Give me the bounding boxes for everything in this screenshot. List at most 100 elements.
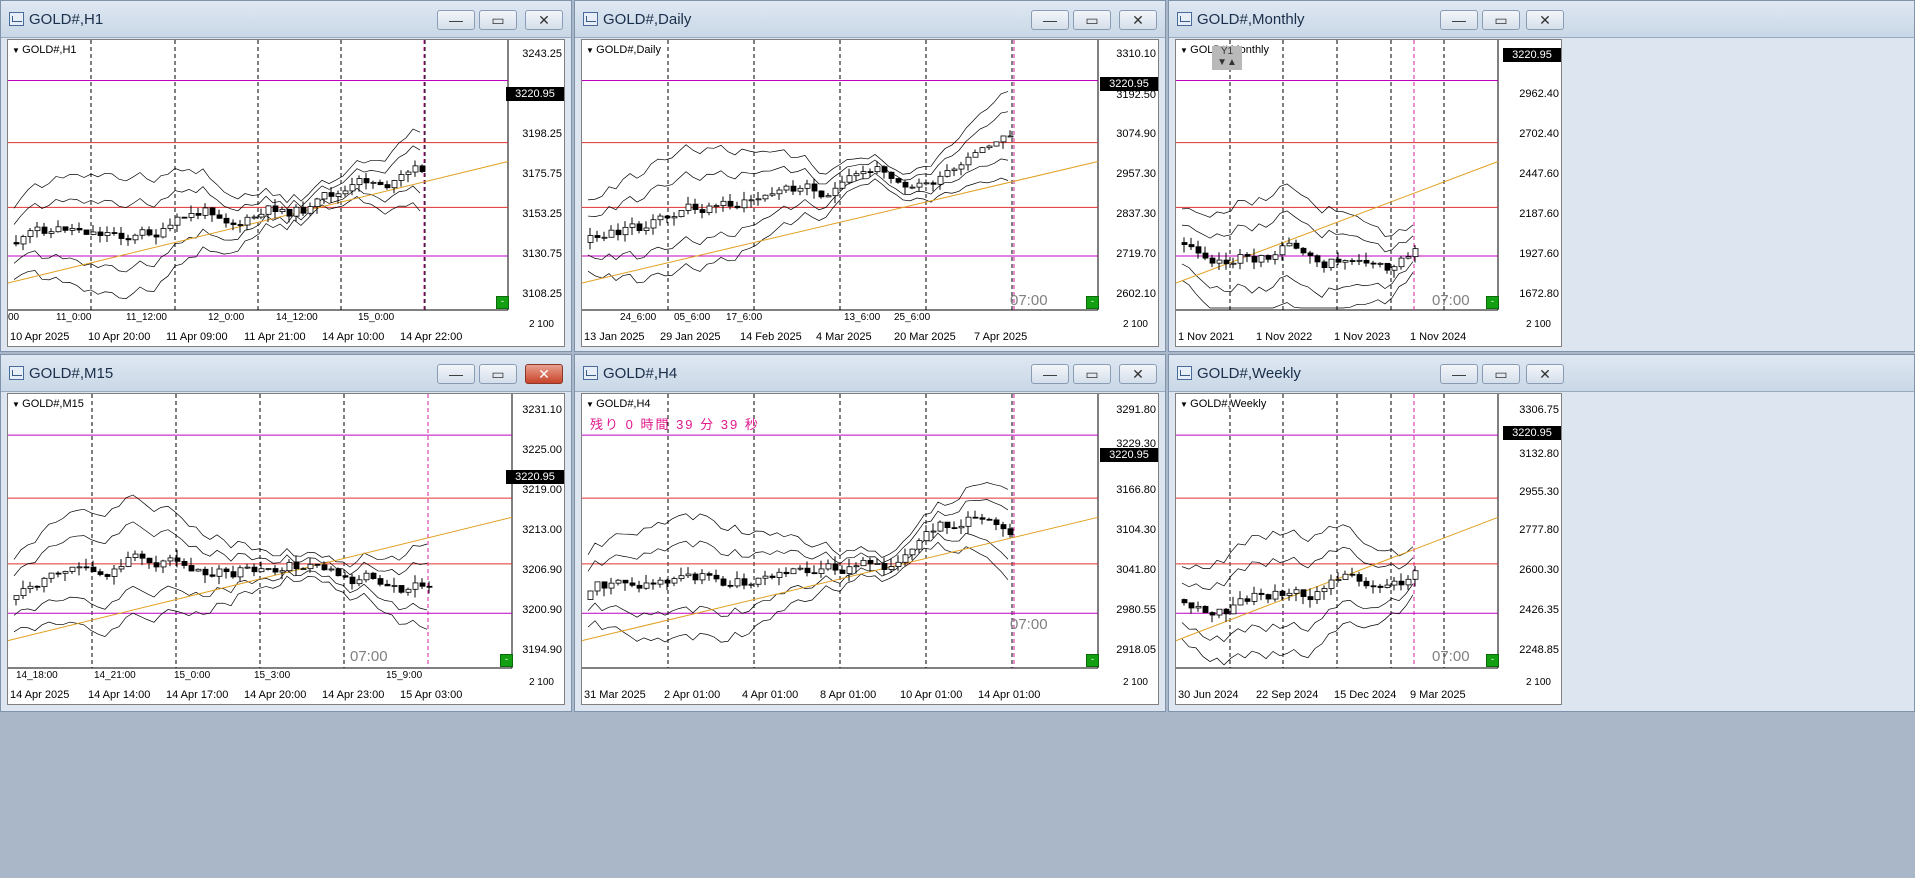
minimize-button[interactable]: — <box>1440 364 1478 384</box>
time-axis-label: 4 Mar 2025 <box>816 331 872 343</box>
minimize-button[interactable]: — <box>1031 364 1069 384</box>
chart-window-h1[interactable]: GOLD#,H1 — ▭ ✕ GOLD#,H1 3243.25 3220.95 … <box>0 0 572 352</box>
band-line <box>1181 261 1414 298</box>
bar-countdown-text: 残り 0 時間 39 分 39 秒 <box>590 417 760 432</box>
chart-area[interactable]: GOLD#,Weekly 3306.75 3220.95 3132.80 295… <box>1175 393 1562 705</box>
close-button[interactable]: ✕ <box>525 364 563 384</box>
candle-body <box>979 517 986 520</box>
candle-body <box>153 234 160 238</box>
candle-body <box>608 582 615 589</box>
candle-body <box>1370 262 1377 265</box>
candle-body <box>1279 245 1286 256</box>
candle-body <box>384 184 391 189</box>
candle-body <box>923 182 930 185</box>
minimize-button[interactable]: — <box>1440 10 1478 30</box>
time-axis-label: 31 Mar 2025 <box>584 689 646 701</box>
time-axis-label: 10 Apr 01:00 <box>900 689 963 701</box>
close-button[interactable]: ✕ <box>1526 364 1564 384</box>
green-indicator-icon[interactable]: - <box>496 296 509 309</box>
band-line <box>1181 272 1414 309</box>
chart-window-daily[interactable]: GOLD#,Daily — ▭ ✕ GOLD#,Daily 3310.10 32… <box>574 0 1166 352</box>
maximize-button[interactable]: ▭ <box>1482 364 1520 384</box>
candle-body <box>97 571 104 575</box>
candle-body <box>776 571 783 578</box>
candle-body <box>349 576 356 585</box>
candle-body <box>909 186 916 189</box>
price-scale-label: 3225.00 <box>522 444 562 456</box>
title-bar[interactable]: GOLD#,Weekly — ▭ ✕ <box>1169 355 1914 392</box>
candle-body <box>391 585 398 587</box>
chart-window-m15[interactable]: GOLD#,M15 — ▭ ✕ GOLD#,M15 3231.10 3225.0… <box>0 354 572 712</box>
chart-window-monthly[interactable]: GOLD#,Monthly — ▭ ✕ GOLD#,Monthly Y1 ▼▲ … <box>1168 0 1915 352</box>
candle-body <box>1377 262 1384 265</box>
candle-body <box>370 181 377 184</box>
maximize-button[interactable]: ▭ <box>479 364 517 384</box>
candle-body <box>104 574 111 577</box>
candle-body <box>1363 259 1370 264</box>
candle-body <box>363 572 370 581</box>
session-label: 15_9:00 <box>386 670 423 681</box>
candle-body <box>699 209 706 213</box>
candle-body <box>860 559 867 567</box>
chart-area[interactable]: GOLD#,H1 3243.25 3220.95 3198.25 3175.75… <box>7 39 565 347</box>
minimize-button[interactable]: — <box>437 10 475 30</box>
chart-area[interactable]: GOLD#,Monthly Y1 ▼▲ 3220.95 2962.40 2702… <box>1175 39 1562 347</box>
close-button[interactable]: ✕ <box>525 10 563 30</box>
time-axis-label: 30 Jun 2024 <box>1178 689 1239 701</box>
window-title: GOLD#,Weekly <box>1197 365 1301 382</box>
candle-body <box>188 565 195 572</box>
title-bar[interactable]: GOLD#,H4 — ▭ ✕ <box>575 355 1165 392</box>
up-down-arrows-icon[interactable]: ▼▲ <box>1212 57 1242 68</box>
scale-corner-label: 2 100 <box>1122 677 1148 688</box>
green-indicator-icon[interactable]: - <box>1086 654 1099 667</box>
minimize-button[interactable]: — <box>1031 10 1069 30</box>
y1-indicator[interactable]: Y1 ▼▲ <box>1212 46 1242 70</box>
chart-area[interactable]: GOLD#,Daily 3310.10 3220.95 3192.50 3074… <box>581 39 1159 347</box>
chart-area[interactable]: GOLD#,H4 残り 0 時間 39 分 39 秒 3291.80 3229.… <box>581 393 1159 705</box>
close-button[interactable]: ✕ <box>1119 364 1157 384</box>
price-scale-label: 2187.60 <box>1519 208 1559 220</box>
candle-body <box>1377 585 1384 588</box>
maximize-button[interactable]: ▭ <box>1073 10 1111 30</box>
title-bar[interactable]: GOLD#,M15 — ▭ ✕ <box>1 355 571 392</box>
candle-body <box>1300 589 1307 597</box>
minimize-button[interactable]: — <box>437 364 475 384</box>
chart-window-weekly[interactable]: GOLD#,Weekly — ▭ ✕ GOLD#,Weekly 3306.75 … <box>1168 354 1915 712</box>
candlestick-chart <box>582 40 1099 311</box>
candle-body <box>818 568 825 574</box>
candle-body <box>1223 259 1230 265</box>
candle-body <box>223 568 230 573</box>
candle-body <box>664 579 671 584</box>
maximize-button[interactable]: ▭ <box>479 10 517 30</box>
maximize-button[interactable]: ▭ <box>1482 10 1520 30</box>
chart-window-h4[interactable]: GOLD#,H4 — ▭ ✕ GOLD#,H4 残り 0 時間 39 分 39 … <box>574 354 1166 712</box>
green-indicator-icon[interactable]: - <box>500 654 513 667</box>
title-bar[interactable]: GOLD#,Daily — ▭ ✕ <box>575 1 1165 38</box>
session-label: 12_0:00 <box>208 312 245 323</box>
green-indicator-icon[interactable]: - <box>1486 296 1499 309</box>
session-label: 11_0:00 <box>56 312 92 323</box>
candle-body <box>643 582 650 589</box>
symbol-label: GOLD#,H1 <box>12 44 76 56</box>
candle-body <box>258 568 265 573</box>
candle-body <box>1258 255 1265 263</box>
candle-body <box>55 226 62 233</box>
chart-area[interactable]: GOLD#,M15 3231.10 3225.00 3220.95 3219.0… <box>7 393 565 705</box>
candle-body <box>986 518 993 521</box>
candle-body <box>1398 257 1405 268</box>
title-bar[interactable]: GOLD#,Monthly — ▭ ✕ <box>1169 1 1914 38</box>
green-indicator-icon[interactable]: - <box>1486 654 1499 667</box>
close-button[interactable]: ✕ <box>1526 10 1564 30</box>
candle-body <box>636 223 643 231</box>
candle-body <box>930 182 937 185</box>
close-button[interactable]: ✕ <box>1119 10 1157 30</box>
title-bar[interactable]: GOLD#,H1 — ▭ ✕ <box>1 1 571 38</box>
price-scale-label: 2702.40 <box>1519 128 1559 140</box>
maximize-button[interactable]: ▭ <box>1073 364 1111 384</box>
candle-body <box>769 193 776 196</box>
price-scale-label: 2600.30 <box>1519 564 1559 576</box>
time-axis-label: 14 Apr 10:00 <box>322 331 385 343</box>
candle-body <box>671 578 678 584</box>
time-axis-label: 14 Feb 2025 <box>740 331 802 343</box>
green-indicator-icon[interactable]: - <box>1086 296 1099 309</box>
